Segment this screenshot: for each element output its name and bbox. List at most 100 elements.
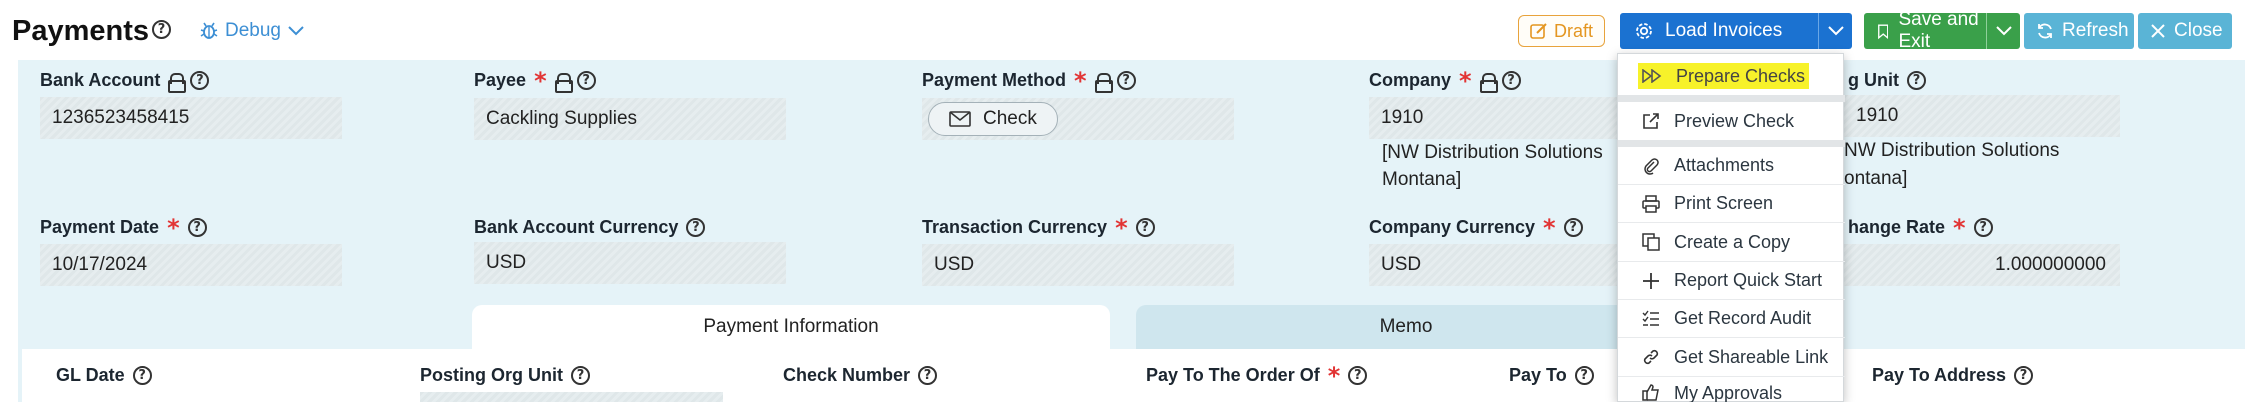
bookmark-icon <box>1878 23 1889 39</box>
save-menu-toggle[interactable] <box>1986 13 2020 49</box>
company-field: 1910 <box>1369 97 1617 139</box>
refresh-icon <box>2038 23 2052 39</box>
payment-method-label: Payment Method * ? <box>922 66 1136 95</box>
org-unit-field: 1910 <box>1844 95 2120 137</box>
exchange-rate-label: hange Rate * ? <box>1848 213 1993 242</box>
lock-icon <box>168 72 187 93</box>
help-icon[interactable]: ? <box>1135 218 1155 237</box>
pay-to-address-label: Pay To Address? <box>1872 365 2034 386</box>
debug-dropdown[interactable]: Debug <box>200 17 304 45</box>
menu-item-preview-check[interactable]: Preview Check <box>1618 102 1845 147</box>
highlight: Prepare Checks <box>1638 63 1810 89</box>
required-icon: * <box>534 66 547 95</box>
org-unit-label: g Unit ? <box>1848 70 1926 91</box>
org-unit-description-line1: NW Distribution Solutions <box>1844 140 2060 161</box>
bug-icon <box>200 22 218 39</box>
refresh-button[interactable]: Refresh <box>2024 13 2134 49</box>
bank-account-field: 1236523458415 <box>40 97 342 139</box>
help-icon[interactable]: ? <box>571 366 590 385</box>
posting-org-unit-field <box>420 392 723 402</box>
draft-label: Draft <box>1554 20 1594 41</box>
help-icon[interactable]: ? <box>187 218 207 237</box>
envelope-icon <box>949 111 971 127</box>
help-icon[interactable]: ? <box>2014 366 2034 385</box>
help-icon[interactable]: ? <box>686 218 706 237</box>
help-icon[interactable]: ? <box>1973 218 1993 237</box>
bank-account-label: Bank Account ? <box>40 70 210 93</box>
bank-account-currency-field: USD <box>474 242 786 284</box>
payment-date-label: Payment Date * ? <box>40 213 207 242</box>
required-icon: * <box>1459 66 1472 95</box>
help-icon[interactable]: ? <box>1907 71 1926 90</box>
help-icon[interactable]: ? <box>190 71 210 90</box>
payment-method-field: Check <box>922 98 1234 140</box>
payee-label: Payee * ? <box>474 66 596 95</box>
tab-payment-information[interactable]: Payment Information <box>472 305 1110 349</box>
payment-method-chip[interactable]: Check <box>928 102 1058 136</box>
check-number-label: Check Number? <box>783 365 938 386</box>
required-icon: * <box>1953 213 1966 242</box>
debug-label: Debug <box>225 20 281 41</box>
help-icon[interactable]: ? <box>1348 366 1368 385</box>
menu-item-my-approvals[interactable]: My Approvals <box>1618 377 1845 402</box>
close-button[interactable]: Close <box>2138 13 2232 49</box>
page-title: Payments <box>12 15 150 47</box>
bank-account-currency-label: Bank Account Currency ? <box>474 217 706 238</box>
menu-item-attachments[interactable]: Attachments <box>1618 147 1845 185</box>
transaction-currency-field: USD <box>922 244 1234 286</box>
chevron-down-icon <box>288 26 304 36</box>
tab-memo[interactable]: Memo <box>1136 305 1676 349</box>
company-description-line2: Montana] <box>1382 169 1462 190</box>
menu-item-report-quick-start[interactable]: Report Quick Start <box>1618 262 1845 300</box>
help-icon[interactable]: ? <box>152 20 171 39</box>
save-and-exit-button[interactable]: Save and Exit <box>1864 9 1986 52</box>
lock-icon <box>1479 72 1498 93</box>
save-and-exit-label: Save and Exit <box>1898 9 1979 52</box>
draft-status-badge: Draft <box>1518 15 1606 47</box>
help-icon[interactable]: ? <box>1563 218 1583 237</box>
load-invoices-menu-toggle[interactable] <box>1818 13 1852 49</box>
refresh-label: Refresh <box>2062 20 2129 41</box>
help-icon[interactable]: ? <box>132 366 152 385</box>
help-icon[interactable]: ? <box>576 71 596 90</box>
transaction-currency-label: Transaction Currency * ? <box>922 213 1155 242</box>
menu-item-get-shareable-link[interactable]: Get Shareable Link <box>1618 338 1845 377</box>
company-label: Company * ? <box>1369 66 1521 95</box>
pay-to-label: Pay To? <box>1509 365 1594 386</box>
pay-to-order-of-label: Pay To The Order Of *? <box>1146 361 1368 390</box>
copy-icon <box>1642 233 1660 251</box>
required-icon: * <box>167 213 180 242</box>
menu-item-prepare-checks[interactable]: Prepare Checks <box>1618 57 1845 102</box>
required-icon: * <box>1115 213 1128 242</box>
link-icon <box>1643 349 1659 365</box>
caret-down-icon <box>1827 26 1844 36</box>
menu-item-print-screen[interactable]: Print Screen <box>1618 185 1845 223</box>
payment-date-field: 10/17/2024 <box>40 244 342 286</box>
help-icon[interactable]: ? <box>1574 366 1594 385</box>
menu-item-create-copy[interactable]: Create a Copy <box>1618 223 1845 262</box>
close-icon <box>2151 24 2165 38</box>
load-invoices-label: Load Invoices <box>1665 20 1783 41</box>
posting-org-unit-label: Posting Org Unit? <box>420 365 590 386</box>
fast-forward-icon <box>1642 69 1662 83</box>
company-description-line1: [NW Distribution Solutions <box>1382 142 1603 163</box>
caret-down-icon <box>1995 26 2012 36</box>
edit-icon <box>1530 23 1547 39</box>
paperclip-icon <box>1644 157 1659 175</box>
org-unit-description-line2: ontana] <box>1844 168 1908 189</box>
required-icon: * <box>1327 361 1341 390</box>
required-icon: * <box>1074 66 1087 95</box>
help-icon[interactable]: ? <box>1116 71 1136 90</box>
lock-icon <box>1094 72 1113 93</box>
load-invoices-button[interactable]: Load Invoices <box>1620 13 1818 49</box>
gl-date-label: GL Date? <box>56 365 152 386</box>
close-label: Close <box>2174 20 2223 41</box>
menu-item-get-record-audit[interactable]: Get Record Audit <box>1618 300 1845 338</box>
company-currency-field: USD <box>1369 244 1617 286</box>
help-icon[interactable]: ? <box>1501 71 1521 90</box>
thumbs-up-icon <box>1642 384 1659 401</box>
load-invoices-menu: Prepare Checks Preview Check Attachments… <box>1617 53 1845 402</box>
external-link-icon <box>1643 113 1659 129</box>
lock-icon <box>554 72 573 93</box>
help-icon[interactable]: ? <box>918 366 938 385</box>
